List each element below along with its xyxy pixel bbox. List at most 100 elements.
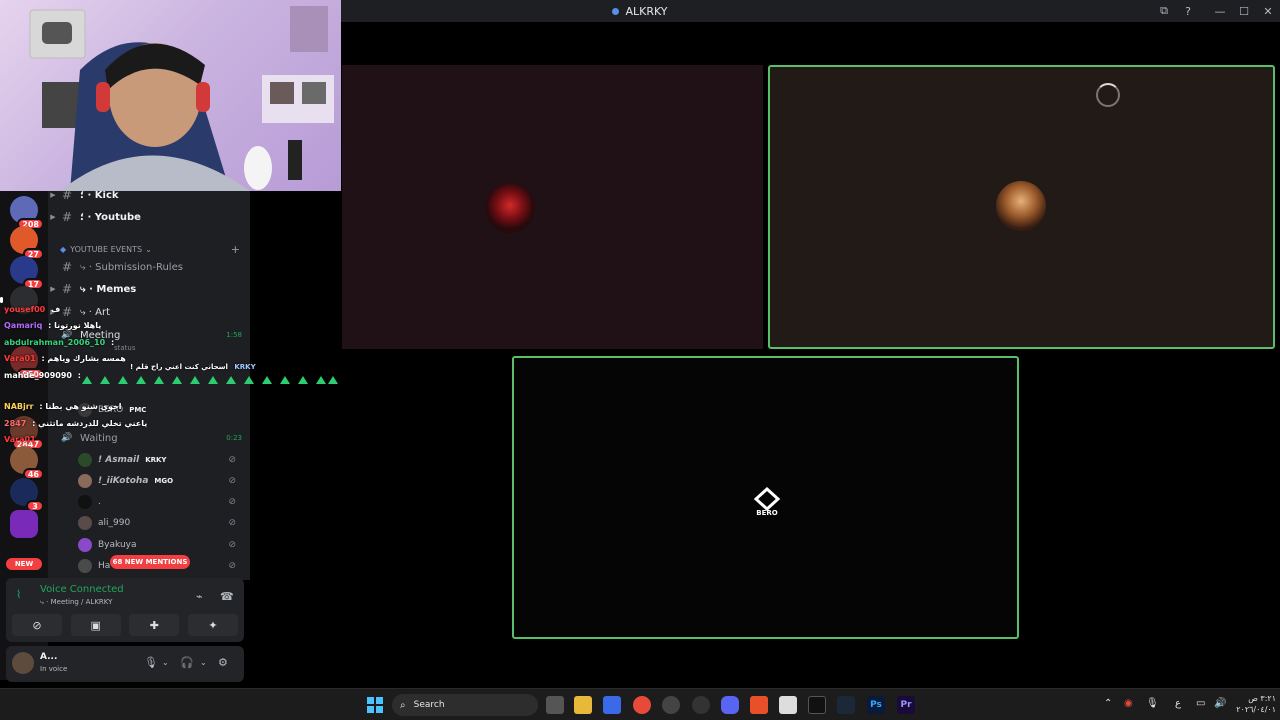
file-explorer-icon[interactable] — [574, 696, 592, 714]
steam-alt-icon[interactable] — [692, 696, 710, 714]
category-youtube-events[interactable]: ◆ YOUTUBE EVENTS ⌄ + — [60, 242, 240, 256]
server-icon[interactable]: 208 — [10, 196, 44, 230]
user-name: ali_990 — [98, 518, 131, 528]
help-icon[interactable]: ? — [1176, 5, 1200, 18]
steam-icon[interactable] — [837, 696, 855, 714]
voice-user[interactable]: Byakuya ⊘ — [78, 536, 244, 554]
chat-text: ف — [51, 305, 61, 314]
channel-memes[interactable]: ▶ # ⤷ · Memes — [48, 279, 250, 299]
voice-user[interactable]: ali_990 ⊘ — [78, 514, 244, 532]
chrome-icon[interactable] — [633, 696, 651, 714]
server-icon[interactable]: 27 — [10, 226, 44, 260]
voice-panel: ⌇ Voice Connected ⤷ · Meeting / ALKRKY ⌁… — [6, 578, 244, 642]
taskbar: ⌕ Search Ps Pr ⌃ ◉ 🎙 ع ▭ 🔊 ٣:٢١ ص ٢٠٢٦/٠… — [0, 688, 1280, 720]
user-name: ! Asmail — [98, 455, 140, 465]
windows-start-icon[interactable] — [366, 696, 384, 714]
microphone-icon[interactable]: 🎙 — [144, 656, 158, 669]
tray-app-icon[interactable]: ◉ — [1124, 698, 1133, 709]
loading-spinner-icon — [1096, 83, 1120, 107]
stream-tile[interactable] — [342, 65, 763, 349]
channel-kick[interactable]: ▶ # ؛ · Kick — [48, 190, 250, 205]
clock-time: ٣:٢١ ص — [1248, 694, 1276, 703]
volume-icon[interactable]: 🔊 — [1214, 698, 1226, 709]
chat-message: 2847 : ياعني تخلي للدردشه ماتثني — [4, 419, 147, 428]
user-name: Byakuya — [98, 540, 137, 550]
window-title: ALKRKY — [612, 5, 668, 18]
chat-text: : اخوي شنو هي بطنا — [39, 402, 122, 411]
server-icon[interactable]: 3 — [10, 478, 44, 512]
deafened-icon: ⊘ — [228, 518, 236, 528]
premiere-icon[interactable]: Pr — [897, 696, 915, 714]
gear-icon[interactable]: ⚙ — [218, 656, 228, 669]
camera-off-button[interactable]: ⊘ — [12, 614, 62, 636]
server-icon[interactable]: 46 — [10, 446, 44, 480]
capcut-icon[interactable] — [808, 696, 826, 714]
chat-text: : ياهلا نورتونا — [48, 321, 102, 330]
signal-icon[interactable]: ⌇ — [16, 588, 21, 601]
desktop-root: ALKRKY ⧉ ? — ☐ ✕ BERO 208 27 17 950 2847… — [0, 0, 1280, 720]
channel-label: ؛ · Kick — [80, 190, 119, 201]
bero-label: BERO — [756, 509, 778, 517]
obs-icon[interactable] — [662, 696, 680, 714]
taskbar-search[interactable]: ⌕ Search — [392, 694, 538, 716]
photoshop-icon[interactable]: Ps — [867, 696, 885, 714]
channel-submission-rules[interactable]: # ⤷ · Submission-Rules — [48, 257, 250, 277]
user-name: !_iiKotoha — [98, 476, 149, 486]
chat-text: ! اسحاني كنت اعني راح قلم — [130, 363, 228, 371]
add-channel-icon[interactable]: + — [231, 243, 240, 256]
screen-share-icon[interactable]: ⧉ — [1152, 4, 1176, 18]
voice-user[interactable]: . ⊘ — [78, 493, 244, 511]
discord-icon[interactable] — [721, 696, 739, 714]
headphones-icon[interactable]: 🎧 — [180, 656, 194, 669]
hash-icon: # — [61, 190, 73, 202]
user-tag: KRKY — [234, 363, 256, 371]
disconnect-icon[interactable]: ☎ — [220, 590, 234, 603]
minimize-button[interactable]: — — [1208, 5, 1232, 18]
chat-username: 2847 — [4, 419, 27, 428]
notepad-icon[interactable] — [779, 696, 797, 714]
voice-user[interactable]: !_iiKotoha MGO ⊘ — [78, 472, 244, 490]
soundboard-button[interactable]: ✦ — [187, 614, 238, 636]
stream-tile-bero[interactable]: BERO — [512, 356, 1019, 639]
search-label: Search — [413, 700, 445, 710]
chat-username: yousef00 — [4, 305, 46, 314]
share-screen-button[interactable]: ▣ — [70, 614, 121, 636]
voice-user[interactable]: ! Asmail KRKY ⊘ — [78, 451, 244, 469]
user-name[interactable]: A... — [40, 652, 57, 662]
hash-icon: # — [61, 282, 73, 296]
chat-message: NABjrr : اخوي شنو هي بطنا — [4, 402, 121, 411]
language-indicator[interactable]: ع — [1175, 698, 1181, 709]
task-view-icon[interactable] — [546, 696, 564, 714]
stream-tile-active[interactable] — [768, 65, 1275, 349]
chevron-down-icon[interactable]: ⌄ — [200, 658, 207, 667]
channel-youtube[interactable]: ▶ # ؛ · Youtube — [48, 207, 250, 227]
store-icon[interactable] — [603, 696, 621, 714]
chevron-down-icon[interactable]: ⌄ — [162, 658, 169, 667]
noise-suppression-icon[interactable]: ⌁ — [196, 590, 203, 603]
voice-status[interactable]: Voice Connected — [40, 584, 124, 595]
microphone-icon[interactable]: 🎙 — [1146, 698, 1159, 709]
user-bar: A... In voice 🎙 ⌄ 🎧 ⌄ ⚙ — [6, 646, 244, 682]
chevron-up-icon[interactable]: ⌃ — [1104, 698, 1112, 709]
user-tag: KRKY — [145, 456, 167, 464]
chevron-right-icon: ▶ — [50, 191, 56, 199]
chat-username: Vara01 — [4, 435, 36, 444]
new-unread-pill[interactable]: NEW — [6, 558, 42, 570]
chat-message: abdulrahman_2006_10 : — [4, 338, 114, 347]
chat-message: yousef00 ف — [4, 305, 60, 314]
avatar[interactable] — [12, 652, 34, 674]
chat-username: Vara01 — [4, 354, 36, 363]
maximize-button[interactable]: ☐ — [1232, 5, 1256, 18]
activities-button[interactable]: ✚ — [129, 614, 180, 636]
new-mentions-pill[interactable]: 68 NEW MENTIONS — [110, 555, 190, 569]
server-icon[interactable] — [10, 510, 38, 538]
close-button[interactable]: ✕ — [1256, 5, 1280, 18]
chat-message: Vara01 : همسه بشارك وياهم — [4, 354, 126, 363]
brave-icon[interactable] — [750, 696, 768, 714]
server-icon[interactable]: 17 — [10, 256, 44, 290]
webcam-overlay — [0, 0, 341, 191]
voice-location[interactable]: ⤷ · Meeting / ALKRKY — [40, 598, 112, 607]
network-icon[interactable]: ▭ — [1196, 698, 1205, 709]
system-clock[interactable]: ٣:٢١ ص ٢٠٢٦/٠٤/٠١ — [1230, 693, 1276, 715]
chat-username: abdulrahman_2006_10 — [4, 338, 106, 347]
